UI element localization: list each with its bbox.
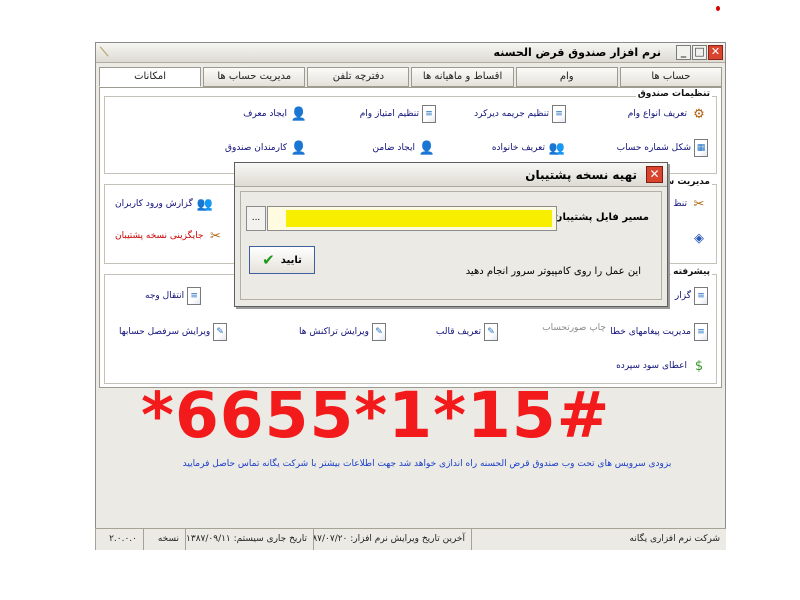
document-icon: ▦ [694, 139, 708, 157]
tab-account-management[interactable]: مدیریت حساب ها [203, 67, 306, 87]
browse-button[interactable]: ... [246, 206, 266, 231]
confirm-button[interactable]: تایید ✔ [249, 246, 315, 274]
status-last-version-date: آخرین تاریخ ویرایش نرم افزار: ۱۳۸۷/۰۷/۲۰ [313, 529, 471, 550]
window-title: نرم افزار صندوق قرض الحسنه [493, 46, 661, 59]
database-icon: ◈ [694, 230, 704, 246]
edit-transactions-label: ویرایش تراکنش ها [299, 327, 369, 337]
fund-staff-label: کارمندان صندوق [224, 143, 287, 153]
status-current-date: تاریخ جاری سیستم: ۱۳۸۷/۰۹/۱۱ [185, 529, 313, 550]
dialog-title: تهیه نسخه پشتیبان [525, 168, 637, 182]
partial-report-link[interactable]: ≡ گزار [675, 287, 708, 305]
family-definition-label: تعریف خانواده [491, 143, 545, 153]
app-corner-icon: ⟋ [100, 45, 109, 59]
document-icon: ≡ [422, 105, 436, 123]
status-version: ۲.۰.۰.۰ [95, 529, 143, 550]
edit-account-header-label: ویرایش سرفصل حسابها [119, 327, 211, 337]
document-icon: ≡ [694, 323, 708, 341]
create-introducer-label: ایجاد معرف [243, 109, 287, 119]
fine-settings-link[interactable]: ≡ تنظیم جریمه دیرکرد [474, 105, 566, 123]
window-controls: _ □ ✕ [676, 45, 723, 60]
create-guarantor-label: ایجاد ضامن [372, 143, 415, 153]
print-statement-link[interactable]: چاپ صورتحساب [542, 323, 606, 333]
dialog-title-bar: ✕ تهیه نسخه پشتیبان [235, 163, 667, 187]
edit-icon: ✎ [213, 323, 228, 341]
dialog-body: مسیر فایل پشتیبان یگانه ... تایید ✔ این … [240, 191, 662, 300]
account-number-format-link[interactable]: ▦ شکل شماره حساب [617, 139, 708, 157]
account-number-format-label: شکل شماره حساب [616, 143, 691, 153]
document-icon: ≡ [552, 105, 566, 123]
check-icon: ✔ [262, 251, 275, 269]
close-icon[interactable]: ✕ [708, 45, 723, 60]
edit-icon: ✎ [484, 323, 498, 341]
error-messages-link[interactable]: ≡ مدیریت پیغامهای خطا [610, 323, 708, 341]
users-icon: 👥 [196, 196, 213, 212]
path-highlight [286, 210, 552, 227]
tab-installments[interactable]: اقساط و ماهیانه ها [411, 67, 514, 87]
main-tabs: حساب ها وام اقساط و ماهیانه ها دفترچه تل… [98, 67, 722, 87]
error-messages-label: مدیریت پیغامهای خطا [610, 327, 691, 337]
loan-points-link[interactable]: ≡ تنظیم امتیاز وام [360, 105, 436, 123]
transfer-funds-label: انتقال وجه [145, 291, 185, 301]
money-icon: $ [694, 358, 704, 374]
report-icon: ≡ [694, 287, 708, 305]
staff-icon: 👤 [290, 140, 308, 156]
edit-account-header-link[interactable]: ✎ ویرایش سرفصل حسابها [119, 323, 228, 341]
confirm-label: تایید [280, 254, 302, 266]
deposit-interest-link[interactable]: $ اعطای سود سپرده [616, 357, 708, 375]
user-login-report-label: گزارش ورود کاربران [115, 199, 193, 209]
fund-staff-link[interactable]: 👤 کارمندان صندوق [225, 139, 308, 157]
status-company: شرکت نرم افزاری یگانه [471, 529, 726, 550]
tab-accounts[interactable]: حساب ها [619, 67, 722, 87]
transfer-funds-link[interactable]: ≡ انتقال وجه [145, 287, 202, 305]
edit-transactions-link[interactable]: ✎ ویرایش تراکنش ها [299, 323, 386, 341]
print-statement-label: چاپ صورتحساب [542, 323, 606, 333]
minimize-icon[interactable]: _ [676, 45, 691, 60]
loan-types-link[interactable]: ⚙ تعریف انواع وام [628, 105, 708, 123]
partial-setting-label: تنظ [673, 199, 687, 209]
tools-icon: ✂ [209, 228, 221, 244]
deposit-interest-label: اعطای سود سپرده [616, 361, 687, 371]
family-definition-link[interactable]: 👥 تعریف خانواده [492, 139, 566, 157]
fine-settings-label: تنظیم جریمه دیرکرد [474, 109, 549, 119]
tools-icon: ✂ [693, 196, 705, 212]
loan-points-label: تنظیم امتیاز وام [359, 109, 419, 119]
user-add-icon: 👤 [418, 140, 436, 156]
announcement-text: بزودی سرویس های تحت وب صندوق قرض الحسنه … [182, 459, 672, 469]
tab-loans[interactable]: وام [515, 67, 618, 87]
loan-types-label: تعریف انواع وام [627, 109, 687, 119]
edit-icon: ✎ [372, 323, 386, 341]
user-login-report-link[interactable]: 👥 گزارش ورود کاربران [115, 195, 214, 213]
backup-location-label: جایگزینی نسخه پشتیبان [115, 231, 204, 241]
backup-path-input[interactable] [267, 206, 557, 231]
backup-dialog: ✕ تهیه نسخه پشتیبان مسیر فایل پشتیبان یگ… [234, 162, 668, 307]
close-icon[interactable]: ✕ [646, 166, 663, 183]
group-title-fund-settings: تنظیمات صندوق [635, 89, 712, 99]
tab-features[interactable]: امکانات [98, 67, 202, 87]
partial-setting-link[interactable]: ✂ تنظ [673, 195, 708, 213]
hidden-item-link[interactable]: ◈ [690, 229, 708, 247]
server-note: این عمل را روی کامپیوتر سرور انجام دهید [465, 266, 641, 277]
title-bar: نرم افزار صندوق قرض الحسنه _ □ ✕ ⟋ [96, 43, 725, 63]
status-edition: نسخه [143, 529, 185, 550]
tab-phonebook[interactable]: دفترچه تلفن [307, 67, 410, 87]
document-icon: ≡ [187, 287, 202, 305]
define-template-link[interactable]: ✎ تعریف قالب [436, 323, 498, 341]
backup-location-link[interactable]: ✂ جایگزینی نسخه پشتیبان [115, 227, 224, 245]
status-bar: شرکت نرم افزاری یگانه آخرین تاریخ ویرایش… [95, 528, 726, 550]
loan-types-icon: ⚙ [693, 106, 705, 122]
define-template-label: تعریف قالب [435, 327, 481, 337]
create-introducer-link[interactable]: 👤 ایجاد معرف [243, 105, 308, 123]
user-add-icon: 👤 [290, 106, 308, 122]
overlay-code: *6655*1*15# [141, 379, 611, 452]
partial-report-label: گزار [674, 291, 691, 301]
family-icon: 👥 [548, 140, 566, 156]
red-dot-mark [716, 6, 720, 11]
create-guarantor-link[interactable]: 👤 ایجاد ضامن [373, 139, 436, 157]
group-title-advanced: پیشرفته [671, 267, 712, 277]
maximize-icon[interactable]: □ [692, 45, 707, 60]
